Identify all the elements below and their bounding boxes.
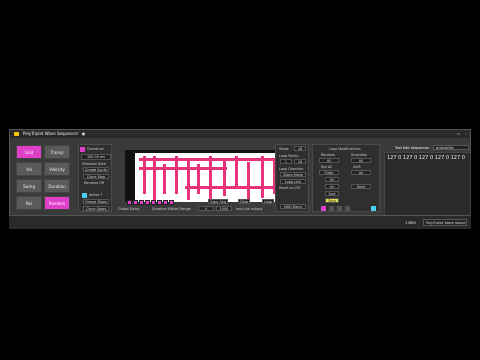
shift-label: Shift — [353, 165, 361, 169]
mode-grid-button[interactable]: Grid — [16, 145, 42, 159]
sequence-step-bar[interactable] — [209, 156, 212, 200]
rpt-label: Rpt All — [321, 165, 333, 169]
global-delay-label: Global Delay — [118, 207, 140, 211]
text-edit-menu[interactable]: probability — [433, 145, 469, 150]
enable-label: Overdrive — [87, 147, 104, 151]
loop-settings-panel: Steps 16 Loop Points 1 16 Loop Direction… — [275, 144, 309, 212]
step-toggle[interactable] — [127, 200, 132, 205]
step-toggle[interactable] — [133, 200, 138, 205]
sequence-step-bar[interactable] — [261, 156, 264, 198]
sequencer-grid[interactable] — [125, 150, 283, 202]
loop-direction-label: Loop Direction — [279, 167, 304, 171]
clone-step-button[interactable]: Clone Step — [83, 174, 109, 179]
loop-start-box[interactable]: 1 — [280, 159, 292, 164]
active-toggle[interactable] — [82, 193, 87, 198]
device-title: PolyTriplet Wave Sequencer — [23, 131, 79, 136]
sequence-step-bar[interactable] — [247, 162, 250, 200]
mode-velocity-button[interactable]: Velocity — [44, 162, 70, 176]
step-toggle[interactable] — [163, 200, 168, 205]
text-edit-content: 127 0 127 0 127 0 127 0 127 0 — [387, 155, 465, 161]
sequence-step-bar[interactable] — [153, 156, 156, 200]
slot-active-toggle[interactable] — [371, 206, 376, 211]
sequence-step-bar[interactable] — [223, 160, 226, 196]
loop-link-button[interactable]: Loop Link — [280, 179, 306, 184]
random-select[interactable]: All — [319, 158, 339, 163]
step-toggle[interactable] — [169, 200, 174, 205]
sequence-step-bar[interactable] — [175, 156, 178, 194]
device-window: PolyTriplet Wave Sequencer ● ▫ ◦ Grid Tr… — [9, 129, 471, 229]
on-toggle-2[interactable]: On — [325, 184, 339, 189]
sequence-step-bar[interactable] — [163, 164, 166, 194]
settings-panel: Overdrive 100.00 ms Mutation Rate Create… — [78, 144, 112, 212]
text-edit-title: Text Edit Sequences — [395, 146, 430, 150]
device-power-icon[interactable] — [14, 132, 19, 136]
step-toggle[interactable] — [157, 200, 162, 205]
device-fold-icon[interactable]: ▫ — [456, 131, 461, 136]
beat-select[interactable]: Beat — [351, 184, 371, 189]
scramble-select[interactable]: All — [351, 158, 371, 163]
scramble-col-label: Scramble — [351, 153, 367, 157]
mode-navigation: Grid Transp Vel Velocity Swing Duration … — [16, 145, 76, 211]
random-col-label: Random — [321, 153, 336, 157]
sequence-step-bar[interactable] — [197, 164, 200, 194]
mode-duration-button[interactable]: Duration — [44, 179, 70, 193]
sort-toggle[interactable]: Sort — [325, 191, 339, 196]
copy-seq-button[interactable]: Copy Seq — [208, 199, 228, 204]
status-bar: 1 MIDI PolyTriplet Wave Seque — [9, 215, 471, 229]
slot-2-toggle[interactable] — [329, 206, 334, 211]
mode-vel-button[interactable]: Vel — [16, 162, 42, 176]
steps-label: Steps — [279, 147, 289, 151]
device-close-icon[interactable]: ◦ — [463, 131, 468, 136]
mode-transp-button[interactable]: Transp — [44, 145, 70, 159]
loop-modifications-panel: Loop Modifications Random Scramble All A… — [312, 144, 380, 212]
active-label: Active ? — [89, 193, 103, 197]
step-toggle[interactable] — [151, 200, 156, 205]
on-toggle[interactable]: On — [325, 177, 339, 182]
mode-pos-button[interactable]: Pos — [16, 196, 42, 210]
clone-steps-button[interactable]: Clone Steps — [83, 206, 109, 211]
range-min-box[interactable]: 0 — [198, 206, 214, 211]
options-label: Mutation Rate — [82, 162, 106, 166]
reset-label: Reset on Off — [279, 186, 300, 190]
device-titlebar: PolyTriplet Wave Sequencer ● ▫ ◦ — [10, 130, 470, 138]
ascii-output-label: ascii ctrl output — [236, 207, 263, 211]
mode-random-button[interactable]: Random — [44, 196, 70, 210]
step-toggle[interactable] — [139, 200, 144, 205]
text-edit-field[interactable]: 127 0 127 0 127 0 127 0 127 0 — [384, 152, 471, 220]
loop-mod-title: Loop Modifications — [329, 147, 361, 151]
direction-button[interactable]: Zoom Move — [280, 172, 306, 177]
shift-select[interactable]: All — [351, 170, 371, 175]
range-max-box[interactable]: 1000 — [216, 206, 232, 211]
loop-button[interactable]: Loop — [262, 199, 274, 204]
device-info-icon[interactable]: ● — [81, 131, 86, 136]
step-toggle[interactable] — [145, 200, 150, 205]
duration-range-label: Duration (Wide) Range — [152, 207, 191, 211]
delay-number-box[interactable]: 100.00 ms — [81, 154, 111, 160]
midi-menu-button[interactable]: MIDI Menu — [280, 204, 306, 209]
midi-label: 1 MIDI — [405, 221, 416, 225]
grid-key-column — [125, 150, 135, 202]
zero-button[interactable]: Zero — [325, 198, 339, 203]
slot-3-toggle[interactable] — [337, 206, 342, 211]
freeze-steps-button[interactable]: Freeze Steps — [83, 199, 109, 204]
slot-4-toggle[interactable] — [345, 206, 350, 211]
slot-1-toggle[interactable] — [321, 206, 326, 211]
clear-button[interactable]: Clear — [238, 199, 250, 204]
sequence-step-bar[interactable] — [187, 158, 190, 200]
random-off-label: Random Off — [84, 181, 105, 185]
sequence-step-bar[interactable] — [235, 156, 238, 186]
mode-swing-button[interactable]: Swing — [16, 179, 42, 193]
device-selector[interactable]: PolyTriplet Wave Seque — [423, 219, 467, 226]
loop-points-label: Loop Points — [279, 154, 299, 158]
flash-select[interactable]: Flash — [319, 170, 339, 175]
create-synth-button[interactable]: Create Synth — [83, 167, 109, 172]
grid-ruler — [135, 150, 283, 153]
sequence-step-bar[interactable] — [143, 156, 146, 194]
steps-number-box[interactable]: 16 — [294, 146, 306, 151]
loop-end-box[interactable]: 16 — [294, 159, 306, 164]
enable-toggle[interactable] — [80, 147, 85, 152]
